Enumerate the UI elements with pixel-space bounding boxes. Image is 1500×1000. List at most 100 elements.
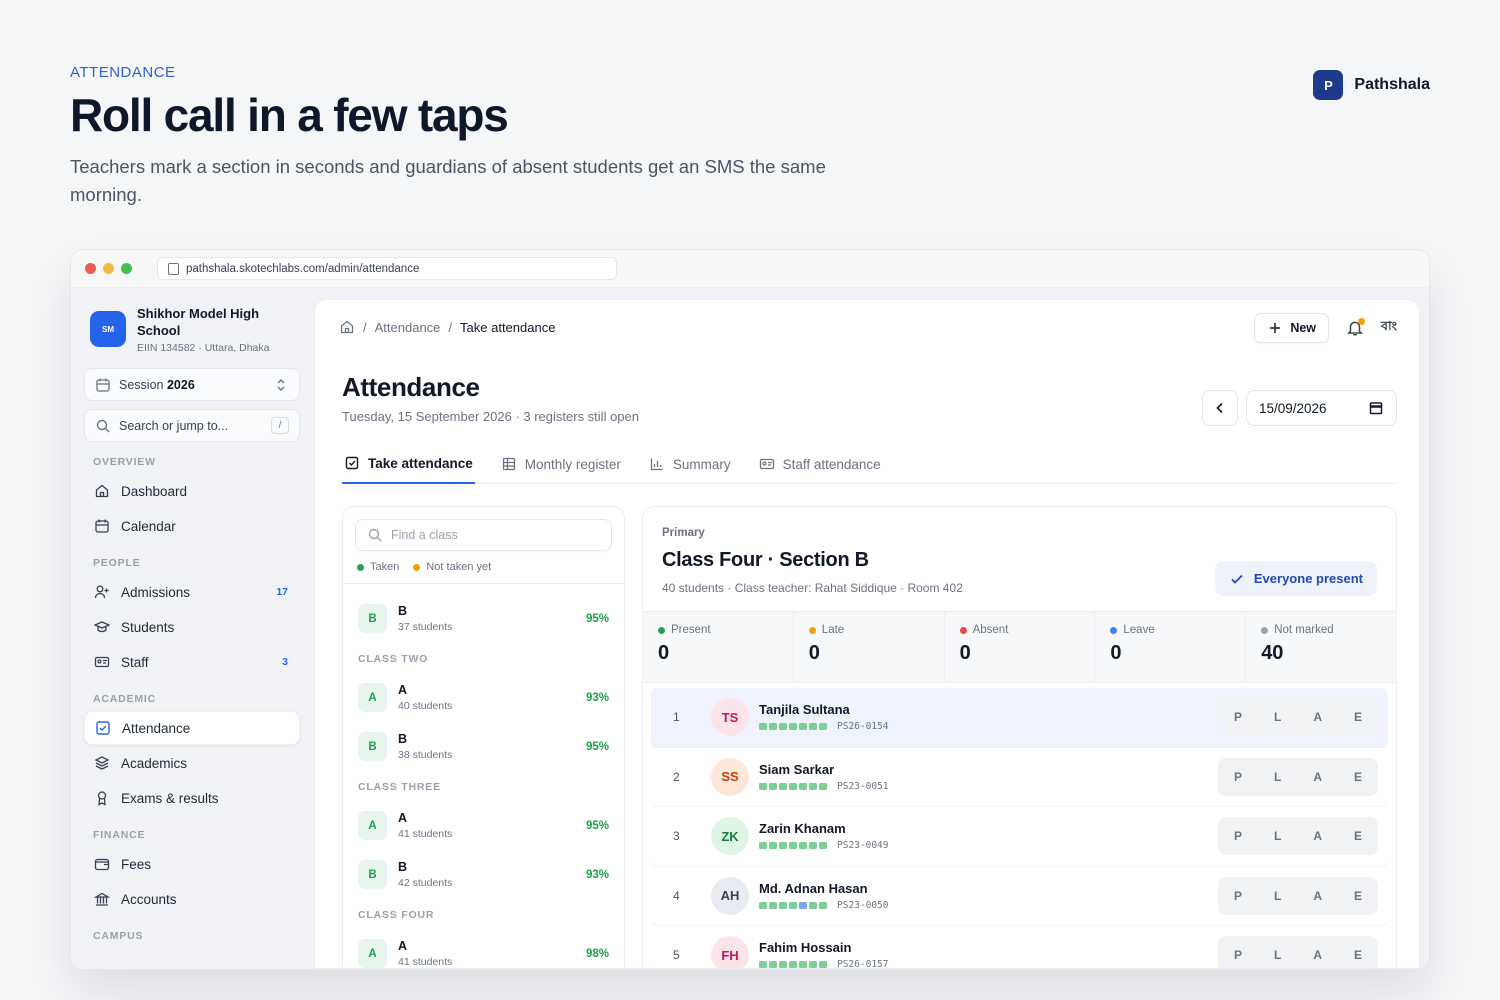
attendance-streak: [759, 901, 827, 909]
checkbox-icon: [95, 720, 111, 736]
class-section-name: B: [398, 732, 408, 746]
status-l-button[interactable]: L: [1274, 829, 1281, 843]
status-e-button[interactable]: E: [1354, 889, 1362, 903]
minimize-window-button[interactable]: [103, 263, 114, 274]
calendar-icon: [1368, 400, 1384, 416]
student-id: PS26-0154: [837, 721, 889, 733]
class-attendance-pct: 98%: [585, 947, 609, 960]
status-l-button[interactable]: L: [1274, 710, 1281, 724]
status-a-button[interactable]: A: [1313, 829, 1322, 843]
nav-group-overview: OVERVIEW: [93, 456, 156, 468]
tab-summary[interactable]: Summary: [647, 444, 733, 484]
student-row[interactable]: 5 FH Fahim Hossain PS26-0157 P L A E: [651, 926, 1388, 968]
sidebar-item-dashboard[interactable]: Dashboard: [84, 474, 300, 508]
wallet-icon: [94, 856, 110, 872]
student-name: Siam Sarkar: [759, 761, 835, 777]
attendance-streak: [759, 723, 827, 731]
student-row[interactable]: 1 TS Tanjila Sultana PS26-0154 P L A E: [651, 688, 1388, 748]
class-attendance-pct: 95%: [585, 612, 609, 625]
brand: P Pathshala: [1313, 70, 1430, 100]
class-section-row[interactable]: A A 41 students 98%: [343, 929, 624, 968]
class-student-count: 38 students: [398, 749, 453, 761]
roll-number: 2: [673, 769, 680, 784]
stat-value: 0: [1110, 642, 1122, 664]
tab-staff-attendance[interactable]: Staff attendance: [757, 444, 883, 484]
find-class-input[interactable]: Find a class: [355, 519, 612, 551]
class-attendance-pct: 95%: [585, 740, 609, 753]
student-row[interactable]: 4 AH Md. Adnan Hasan PS23-0050 P L A E: [651, 867, 1388, 926]
sidebar-item-admissions[interactable]: Admissions 17: [84, 575, 300, 609]
class-attendance-pct: 95%: [585, 819, 609, 832]
status-e-button[interactable]: E: [1354, 770, 1362, 784]
date-input[interactable]: 15/09/2026: [1246, 390, 1397, 426]
status-p-button[interactable]: P: [1234, 948, 1242, 962]
student-id: PS23-0051: [837, 780, 889, 792]
status-l-button[interactable]: L: [1274, 948, 1281, 962]
status-l-button[interactable]: L: [1274, 770, 1281, 784]
page-subtitle: Tuesday, 15 September 2026 · 3 registers…: [342, 409, 639, 424]
sidebar-item-students[interactable]: Students: [84, 610, 300, 644]
bank-icon: [94, 891, 110, 907]
tab-take-attendance[interactable]: Take attendance: [342, 444, 475, 484]
roll-number: 4: [673, 888, 680, 903]
sidebar-search-placeholder: Search or jump to...: [119, 418, 229, 433]
stat-present: Present 0: [643, 612, 794, 682]
student-row[interactable]: 3 ZK Zarin Khanam PS23-0049 P L A E: [651, 807, 1388, 867]
sidebar-item-exams[interactable]: Exams & results: [84, 781, 300, 815]
sidebar-item-staff[interactable]: Staff 3: [84, 645, 300, 679]
status-e-button[interactable]: E: [1354, 710, 1362, 724]
status-p-button[interactable]: P: [1234, 770, 1242, 784]
avatar: AH: [711, 876, 749, 915]
top-actions: New বাং: [1254, 313, 1397, 343]
status-a-button[interactable]: A: [1313, 770, 1322, 784]
status-e-button[interactable]: E: [1354, 948, 1362, 962]
roll-number: 3: [673, 829, 680, 844]
close-window-button[interactable]: [85, 263, 96, 274]
class-list-panel: Find a class Taken Not taken yet B B 37 …: [342, 506, 625, 968]
language-toggle[interactable]: বাং: [1381, 318, 1397, 338]
home-icon[interactable]: [339, 319, 355, 335]
section-chip: A: [358, 811, 387, 840]
status-a-button[interactable]: A: [1313, 889, 1322, 903]
address-bar[interactable]: pathshala.skotechlabs.com/admin/attendan…: [157, 257, 617, 280]
calendar-icon: [94, 518, 110, 534]
breadcrumb-attendance[interactable]: Attendance: [375, 320, 441, 335]
class-section-row[interactable]: A A 40 students 93%: [343, 673, 624, 722]
class-section-row[interactable]: B B 42 students 93%: [343, 850, 624, 899]
status-a-button[interactable]: A: [1313, 948, 1322, 962]
sidebar-search[interactable]: Search or jump to... /: [84, 409, 300, 442]
sidebar-item-academics[interactable]: Academics: [84, 746, 300, 780]
status-a-button[interactable]: A: [1313, 710, 1322, 724]
previous-day-button[interactable]: [1202, 390, 1238, 426]
class-section-row[interactable]: B B 38 students 95%: [343, 722, 624, 771]
new-button[interactable]: New: [1254, 313, 1330, 343]
sidebar-item-calendar[interactable]: Calendar: [84, 509, 300, 543]
session-select[interactable]: Session 2026: [84, 368, 300, 401]
check-icon: [1229, 571, 1245, 587]
everyone-present-button[interactable]: Everyone present: [1214, 561, 1377, 596]
status-toggle-group: PLAE: [1218, 936, 1378, 968]
tab-monthly-register[interactable]: Monthly register: [499, 444, 623, 484]
status-p-button[interactable]: P: [1234, 710, 1242, 724]
status-l-button[interactable]: L: [1274, 889, 1281, 903]
status-p-button[interactable]: P: [1234, 829, 1242, 843]
status-dot: [658, 626, 665, 634]
staff-badge: 3: [282, 656, 288, 668]
maximize-window-button[interactable]: [121, 263, 132, 274]
sidebar-item-attendance[interactable]: Attendance: [84, 711, 300, 745]
status-dot: [1261, 626, 1269, 634]
status-p-button[interactable]: P: [1234, 889, 1242, 903]
class-section-row[interactable]: B B 37 students 95%: [343, 594, 624, 643]
class-section-row[interactable]: A A 41 students 95%: [343, 801, 624, 850]
notifications-button[interactable]: [1345, 318, 1366, 338]
legend-taken: Taken: [357, 561, 399, 573]
status-dot: [1110, 626, 1118, 634]
student-row[interactable]: 2 SS Siam Sarkar PS23-0051 P L A E: [651, 748, 1388, 807]
attendance-streak: [759, 842, 827, 850]
stat-value: 40: [1261, 642, 1284, 664]
status-e-button[interactable]: E: [1354, 829, 1362, 843]
school-switcher[interactable]: SM Shikhor Model High School EIIN 134582…: [84, 305, 300, 354]
sidebar-item-fees[interactable]: Fees: [84, 847, 300, 881]
browser-window: pathshala.skotechlabs.com/admin/attendan…: [70, 249, 1430, 970]
sidebar-item-accounts[interactable]: Accounts: [84, 882, 300, 916]
